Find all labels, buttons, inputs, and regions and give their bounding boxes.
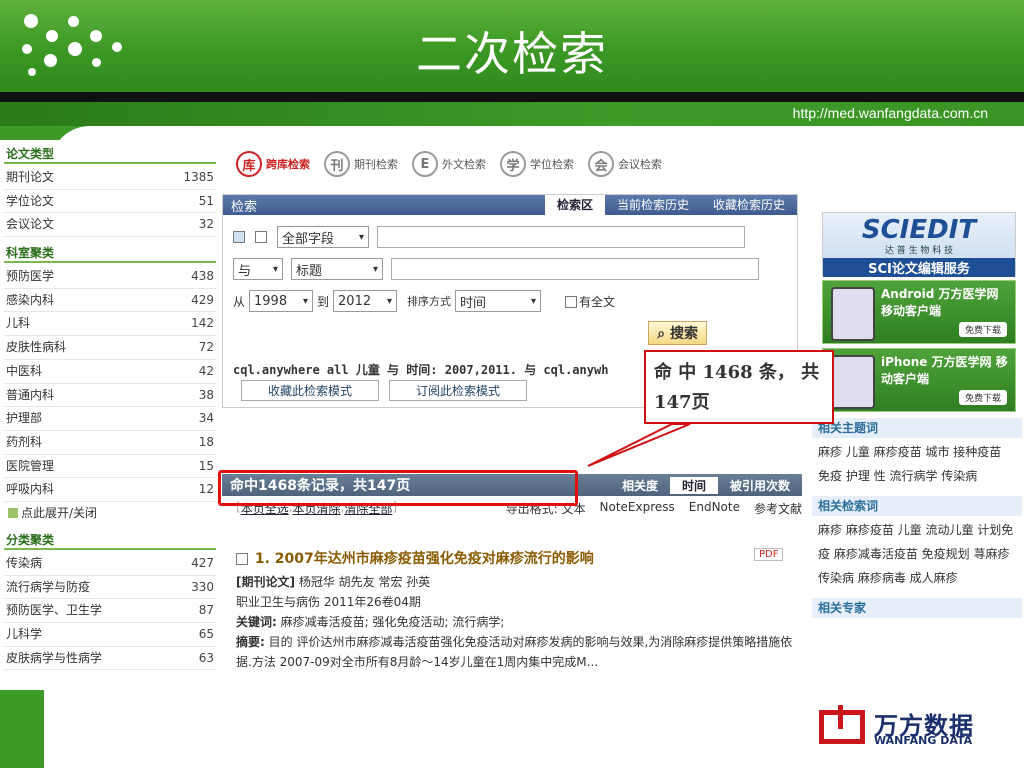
sort-time[interactable]: 时间: [669, 476, 718, 494]
related-experts-header: 相关专家: [812, 598, 1022, 618]
facet-row[interactable]: 期刊论文 1385: [4, 166, 216, 190]
sciedit-ad[interactable]: SCIEDIT 达 普 生 物 科 技 SCI论文编辑服务: [822, 212, 1016, 277]
header-divider: [0, 92, 1024, 102]
wanfang-logo: 万方数据 WANFANG DATA: [818, 700, 998, 752]
android-app-ad[interactable]: Android 万方医学网 移动客户端 免费下载: [822, 280, 1016, 344]
record-checkbox[interactable]: [236, 553, 248, 565]
expand-icon: [8, 507, 18, 518]
facet-row[interactable]: 皮肤病学与性病学 63: [4, 647, 216, 671]
tab-search-area[interactable]: 检索区: [544, 195, 605, 215]
facet-row[interactable]: 会议论文 32: [4, 213, 216, 238]
related-topics-header: 相关主题词: [812, 418, 1022, 438]
expand-toggle[interactable]: 点此展开/关闭: [4, 502, 216, 524]
record-abstract: 目的 评价达州市麻疹减毒活疫苗强化免疫活动对麻疹发病的影响与效果,为消除麻疹提供…: [236, 635, 793, 669]
search-label: 检索: [231, 199, 258, 215]
dept-facet-header: 科室聚类: [4, 243, 216, 264]
query-input-2[interactable]: [391, 258, 759, 280]
operator-select[interactable]: 与: [233, 258, 283, 280]
search-panel-header: 检索 检索区 当前检索历史 收藏检索历史: [223, 195, 797, 215]
tab-journal[interactable]: 刊期刊检索: [324, 151, 398, 177]
facet-row[interactable]: 流行病学与防疫 330: [4, 576, 216, 600]
field-select-2[interactable]: 标题: [291, 258, 383, 280]
facet-row[interactable]: 感染内科 429: [4, 289, 216, 313]
url-bar: http://med.wanfangdata.com.cn: [0, 102, 1024, 126]
facet-row[interactable]: 药剂科 18: [4, 431, 216, 455]
tab-degree[interactable]: 学学位检索: [500, 151, 574, 177]
query-input-1[interactable]: [377, 226, 745, 248]
export-endnote[interactable]: EndNote: [689, 500, 740, 517]
record-keywords: 麻疹减毒活疫苗; 强化免疫活动; 流行病学;: [280, 615, 505, 629]
record-meta: [期刊论文] 杨冠华 胡先友 常宏 孙英 职业卫生与病伤 2011年26卷04期…: [236, 572, 802, 672]
sort-label: 排序方式: [407, 295, 452, 308]
export-reference[interactable]: 参考文献: [754, 500, 802, 517]
phone-icon: [831, 287, 875, 341]
pdf-icon[interactable]: PDF: [754, 548, 784, 561]
highlight-box: [218, 470, 578, 506]
facet-row[interactable]: 预防医学、卫生学 87: [4, 599, 216, 623]
tab-history[interactable]: 当前检索历史: [605, 195, 701, 215]
tab-foreign[interactable]: E 外文检索: [412, 151, 486, 177]
subscribe-search-mode-button[interactable]: 订阅此检索模式: [389, 380, 528, 401]
related-topics[interactable]: 麻疹 儿童 麻疹疫苗 城市 接种疫苗 免疫 护理 性 流行病学 传染病: [812, 438, 1022, 490]
facet-row[interactable]: 护理部 34: [4, 407, 216, 431]
phone-icon: [831, 355, 875, 409]
library-icon: 库: [236, 151, 262, 177]
iphone-app-ad[interactable]: iPhone 万方医学网 移动客户端 免费下载: [822, 348, 1016, 412]
from-label: 从: [233, 294, 246, 309]
sort-relevance[interactable]: 相关度: [610, 477, 670, 494]
related-terms-header: 相关检索词: [812, 496, 1022, 516]
fulltext-label: 有全文: [579, 294, 616, 309]
callout-box: 命 中 1468 条， 共147页: [644, 350, 834, 424]
year-to-select[interactable]: 2012: [333, 290, 398, 312]
tab-conference[interactable]: 会会议检索: [588, 151, 662, 177]
to-label: 到: [317, 294, 330, 309]
download-button[interactable]: 免费下载: [958, 322, 1007, 337]
facet-row[interactable]: 皮肤性病科 72: [4, 336, 216, 360]
export-noteexpress[interactable]: NoteExpress: [600, 500, 675, 517]
remove-row-icon[interactable]: [255, 231, 267, 243]
type-facet-header: 论文类型: [4, 144, 216, 164]
conference-icon: 会: [588, 151, 614, 177]
facet-row[interactable]: 儿科 142: [4, 312, 216, 337]
right-sidebar: SCIEDIT 达 普 生 物 科 技 SCI论文编辑服务 Android 万方…: [812, 144, 1022, 618]
facet-row[interactable]: 传染病 427: [4, 552, 216, 576]
add-row-icon[interactable]: [233, 231, 245, 243]
degree-icon: 学: [500, 151, 526, 177]
sort-citations[interactable]: 被引用次数: [718, 477, 802, 494]
facet-row[interactable]: 医院管理 15: [4, 455, 216, 479]
english-icon: E: [412, 151, 438, 177]
record-authors[interactable]: 杨冠华 胡先友 常宏 孙英: [299, 575, 430, 589]
facet-row[interactable]: 学位论文 51: [4, 190, 216, 214]
slide-title: 二次检索: [416, 27, 608, 81]
class-facet-header: 分类聚类: [4, 530, 216, 550]
facet-row[interactable]: 中医科 42: [4, 360, 216, 384]
left-sidebar: 论文类型 期刊论文 1385 学位论文 51 会议论文 32 科室聚类 预防医学 438…: [4, 144, 216, 671]
facet-row[interactable]: 预防医学 438: [4, 265, 216, 289]
fulltext-checkbox[interactable]: [565, 295, 578, 308]
sort-select[interactable]: 时间: [455, 290, 542, 312]
wanfang-screenshot: 论文类型 期刊论文 1385 学位论文 51 会议论文 32 科室聚类 预防医学 438…: [0, 140, 1024, 692]
search-tabs: 库跨库检索 刊期刊检索 E 外文检索 学学位检索 会会议检索: [222, 144, 806, 184]
journal-icon: 刊: [324, 151, 350, 177]
download-button[interactable]: 免费下载: [958, 390, 1007, 405]
facet-row[interactable]: 呼吸内科 12: [4, 478, 216, 502]
site-url: http://med.wanfangdata.com.cn: [792, 105, 988, 121]
search-button[interactable]: ⌕ 搜索: [648, 321, 707, 345]
field-select-1[interactable]: 全部字段: [277, 226, 369, 248]
facet-row[interactable]: 普通内科 38: [4, 384, 216, 408]
slide-header: 二次检索: [0, 0, 1024, 92]
facet-row[interactable]: 儿科学 65: [4, 623, 216, 647]
related-terms[interactable]: 麻疹 麻疹疫苗 儿童 流动儿童 计划免疫 麻疹减毒活疫苗 免疫规划 荨麻疹 传染…: [812, 516, 1022, 592]
year-from-select[interactable]: 1998: [249, 290, 314, 312]
search-form: 全部字段 与 标题 从 1998 到 2012 排序方式 时间 有全文: [223, 215, 797, 353]
tab-cross-db[interactable]: 库跨库检索: [236, 151, 310, 177]
record-title[interactable]: 1. 2007年达州市麻疹疫苗强化免疫对麻疹流行的影响: [236, 548, 594, 568]
save-search-mode-button[interactable]: 收藏此检索模式: [241, 380, 380, 401]
corner-strip: [0, 690, 44, 768]
tab-saved-history[interactable]: 收藏检索历史: [701, 195, 797, 215]
record-source[interactable]: 职业卫生与病伤 2011年26卷04期: [236, 592, 802, 612]
